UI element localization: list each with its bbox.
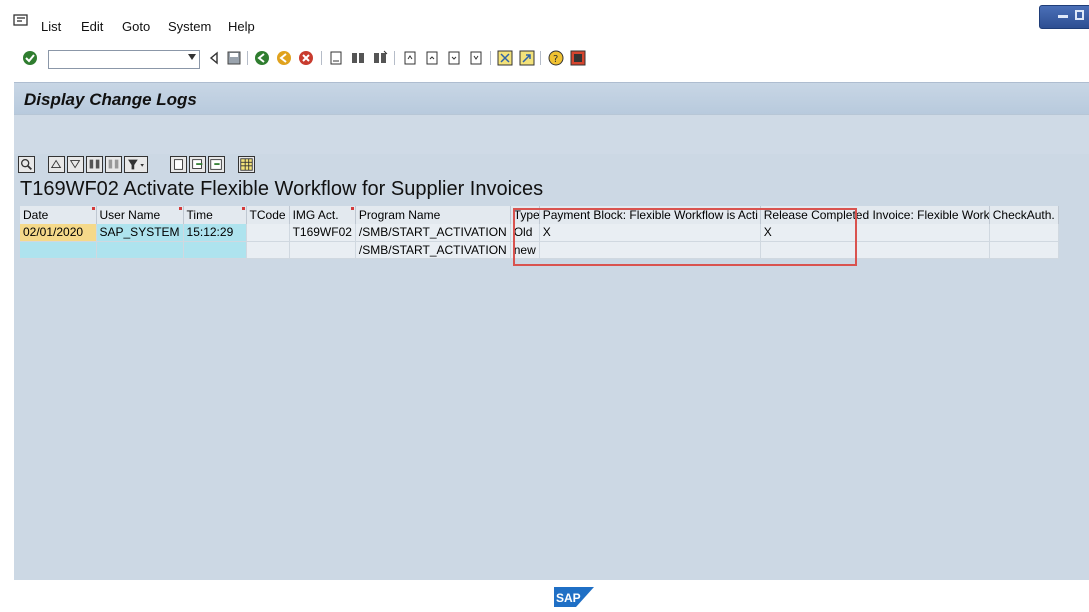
menu-edit[interactable]: Edit [81, 19, 103, 34]
page-title: Display Change Logs [24, 90, 197, 109]
back-icon[interactable] [206, 50, 222, 66]
application-toolbar [14, 114, 1089, 154]
help-icon[interactable]: ? [548, 50, 564, 66]
details-icon[interactable] [18, 156, 35, 173]
sort-ascending-icon[interactable] [48, 156, 65, 173]
layout-icon[interactable] [570, 50, 586, 66]
shortcut-icon[interactable] [519, 50, 535, 66]
save-icon[interactable] [226, 50, 242, 66]
standard-toolbar: ? [0, 42, 1089, 74]
next-page-icon[interactable] [446, 50, 462, 66]
cell-img-act[interactable] [289, 241, 356, 259]
first-page-icon[interactable] [402, 50, 418, 66]
menu-list[interactable]: List [41, 19, 61, 34]
last-page-icon[interactable] [468, 50, 484, 66]
cell-time[interactable]: 15:12:29 [183, 224, 247, 242]
exit-icon[interactable] [276, 50, 292, 66]
menu-bar: List Edit Goto System Help [0, 0, 1089, 42]
print-preview-icon[interactable] [170, 156, 187, 173]
cell-date[interactable]: 02/01/2020 [20, 224, 97, 242]
cell-program-name[interactable]: /SMB/START_ACTIVATION [355, 241, 511, 259]
prev-page-icon[interactable] [424, 50, 440, 66]
status-bar: SAP [0, 580, 1089, 612]
sort-marker [91, 207, 95, 210]
sap-logo: SAP [554, 587, 594, 607]
menu-goto[interactable]: Goto [122, 19, 150, 34]
print-icon[interactable] [328, 50, 344, 66]
sort-descending-icon[interactable] [67, 156, 84, 173]
cell-tcode[interactable] [246, 241, 290, 259]
toolbar-separator [394, 51, 395, 65]
column-header-checkauth[interactable]: CheckAuth. [989, 206, 1059, 224]
toolbar-separator [540, 51, 541, 65]
sort-marker [241, 207, 245, 210]
find-icon[interactable] [86, 156, 103, 173]
column-header-date[interactable]: Date [20, 206, 97, 224]
find-icon[interactable] [350, 50, 366, 66]
export-icon[interactable] [189, 156, 206, 173]
cell-program-name[interactable]: /SMB/START_ACTIVATION [355, 224, 511, 242]
list-title: T169WF02 Activate Flexible Workflow for … [20, 178, 544, 200]
cell-img-act[interactable]: T169WF02 [289, 224, 356, 242]
enter-icon[interactable] [22, 50, 38, 66]
sort-marker [178, 207, 182, 210]
highlight-annotation-box [513, 208, 857, 266]
cancel-icon[interactable] [298, 50, 314, 66]
command-field[interactable] [48, 50, 200, 69]
menu-system[interactable]: System [168, 19, 211, 34]
screen-title-bar: Display Change Logs [14, 82, 1089, 114]
cell-user-name[interactable] [96, 241, 184, 259]
window-controls[interactable] [1039, 5, 1089, 29]
cell-date[interactable] [20, 241, 97, 259]
toolbar-separator [247, 51, 248, 65]
layout-icon[interactable] [238, 156, 255, 173]
toolbar-separator [321, 51, 322, 65]
cell-time[interactable] [183, 241, 247, 259]
filter-icon[interactable] [124, 156, 148, 173]
toolbar-separator [490, 51, 491, 65]
column-header-time[interactable]: Time [183, 206, 247, 224]
svg-text:?: ? [553, 54, 558, 65]
sort-marker [350, 207, 354, 210]
column-header-user-name[interactable]: User Name [96, 206, 184, 224]
create-session-icon[interactable] [497, 50, 513, 66]
svg-text:SAP: SAP [556, 591, 581, 605]
menu-help[interactable]: Help [228, 19, 255, 34]
column-header-tcode[interactable]: TCode [246, 206, 290, 224]
column-header-img-act[interactable]: IMG Act. [289, 206, 356, 224]
column-header-program-name[interactable]: Program Name [355, 206, 511, 224]
find-next-icon[interactable] [105, 156, 122, 173]
find-next-icon[interactable] [372, 50, 388, 66]
spreadsheet-icon[interactable] [208, 156, 225, 173]
chevron-down-icon[interactable] [188, 54, 196, 60]
restore-icon[interactable] [1075, 10, 1084, 20]
cell-checkauth[interactable] [989, 224, 1059, 242]
cell-user-name[interactable]: SAP_SYSTEM [96, 224, 184, 242]
back-green-icon[interactable] [254, 50, 270, 66]
menu-icon[interactable] [13, 14, 29, 26]
cell-tcode[interactable] [246, 224, 290, 242]
minimize-icon[interactable] [1058, 15, 1068, 18]
cell-checkauth[interactable] [989, 241, 1059, 259]
